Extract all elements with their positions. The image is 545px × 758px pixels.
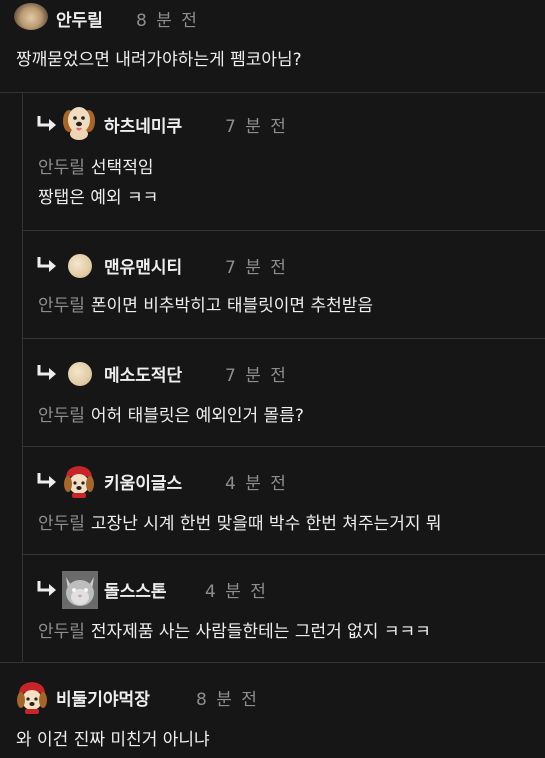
mention-link[interactable]: 안두릴 xyxy=(38,296,85,316)
comment-author[interactable]: 비둘기야먹장 xyxy=(56,685,150,710)
reply-arrow-icon xyxy=(37,581,56,596)
reply: 맨유맨시티 7 분 전 안두릴 폰이면 비추박히고 태블릿이면 추천받음 xyxy=(22,231,545,338)
reply-author[interactable]: 키움이글스 xyxy=(104,469,182,494)
puppy-avatar-icon[interactable] xyxy=(14,3,48,30)
comment-time: 8 분 전 xyxy=(196,690,259,710)
comment: 비둘기야먹장 8 분 전 와 이건 진짜 미친거 아니냐 xyxy=(0,663,545,758)
puppy-avatar-icon[interactable] xyxy=(62,103,96,141)
reply-text: 안두릴 폰이면 비추박히고 태블릿이면 추천받음 xyxy=(38,296,374,316)
reply: 돌스스톤 4 분 전 안두릴 전자제품 사는 사람들한테는 그런거 없지 ㅋㅋㅋ xyxy=(22,555,545,662)
reply-time: 7 분 전 xyxy=(225,258,288,278)
mention-link[interactable]: 안두릴 xyxy=(38,406,85,426)
reply-text: 안두릴 고장난 시계 한번 맞을때 박수 한번 쳐주는거지 뭐 xyxy=(38,514,442,534)
reply: 하츠네미쿠 7 분 전 안두릴 선택적임 짱탭은 예외 ㅋㅋ xyxy=(22,93,545,230)
reply-author[interactable]: 맨유맨시티 xyxy=(104,253,182,278)
red-hood-dog-avatar-icon[interactable] xyxy=(62,463,96,499)
comment: 안두릴 8 분 전 짱깨묻었으면 내려가야하는게 펨코아님? xyxy=(0,0,545,92)
reply-arrow-icon xyxy=(37,116,56,131)
reply: 키움이글스 4 분 전 안두릴 고장난 시계 한번 맞을때 박수 한번 쳐주는거지… xyxy=(22,447,545,554)
beige-circle-avatar-icon[interactable] xyxy=(68,362,92,386)
reply-text: 안두릴 어허 태블릿은 예외인거 몰름? xyxy=(38,406,304,426)
reply-time: 7 분 전 xyxy=(225,366,288,386)
mention-link[interactable]: 안두릴 xyxy=(38,514,85,534)
reply: 메소도적단 7 분 전 안두릴 어허 태블릿은 예외인거 몰름? xyxy=(22,339,545,446)
cat-photo-avatar-icon[interactable] xyxy=(62,571,98,609)
mention-link[interactable]: 안두릴 xyxy=(38,158,85,178)
reply-arrow-icon xyxy=(37,365,56,380)
comment-time: 8 분 전 xyxy=(136,11,199,31)
reply-author[interactable]: 하츠네미쿠 xyxy=(104,112,182,137)
reply-time: 7 분 전 xyxy=(225,117,288,137)
red-hood-dog-avatar-icon[interactable] xyxy=(14,679,50,715)
reply-text: 안두릴 선택적임 xyxy=(38,158,154,178)
reply-time: 4 분 전 xyxy=(225,474,288,494)
reply-text-line: 짱탭은 예외 ㅋㅋ xyxy=(38,188,159,208)
comment-text: 짱깨묻었으면 내려가야하는게 펨코아님? xyxy=(16,50,302,70)
mention-link[interactable]: 안두릴 xyxy=(38,622,85,642)
beige-circle-avatar-icon[interactable] xyxy=(68,254,92,278)
reply-arrow-icon xyxy=(37,257,56,272)
comment-thread: 안두릴 8 분 전 짱깨묻었으면 내려가야하는게 펨코아님? 하츠네미쿠 7 분… xyxy=(0,0,545,758)
reply-author[interactable]: 돌스스톤 xyxy=(104,577,167,602)
reply-author[interactable]: 메소도적단 xyxy=(104,361,182,386)
reply-text: 안두릴 전자제품 사는 사람들한테는 그런거 없지 ㅋㅋㅋ xyxy=(38,622,431,642)
comment-text: 와 이건 진짜 미친거 아니냐 xyxy=(16,730,210,750)
reply-time: 4 분 전 xyxy=(205,582,268,602)
comment-author[interactable]: 안두릴 xyxy=(56,6,103,31)
reply-arrow-icon xyxy=(37,473,56,488)
